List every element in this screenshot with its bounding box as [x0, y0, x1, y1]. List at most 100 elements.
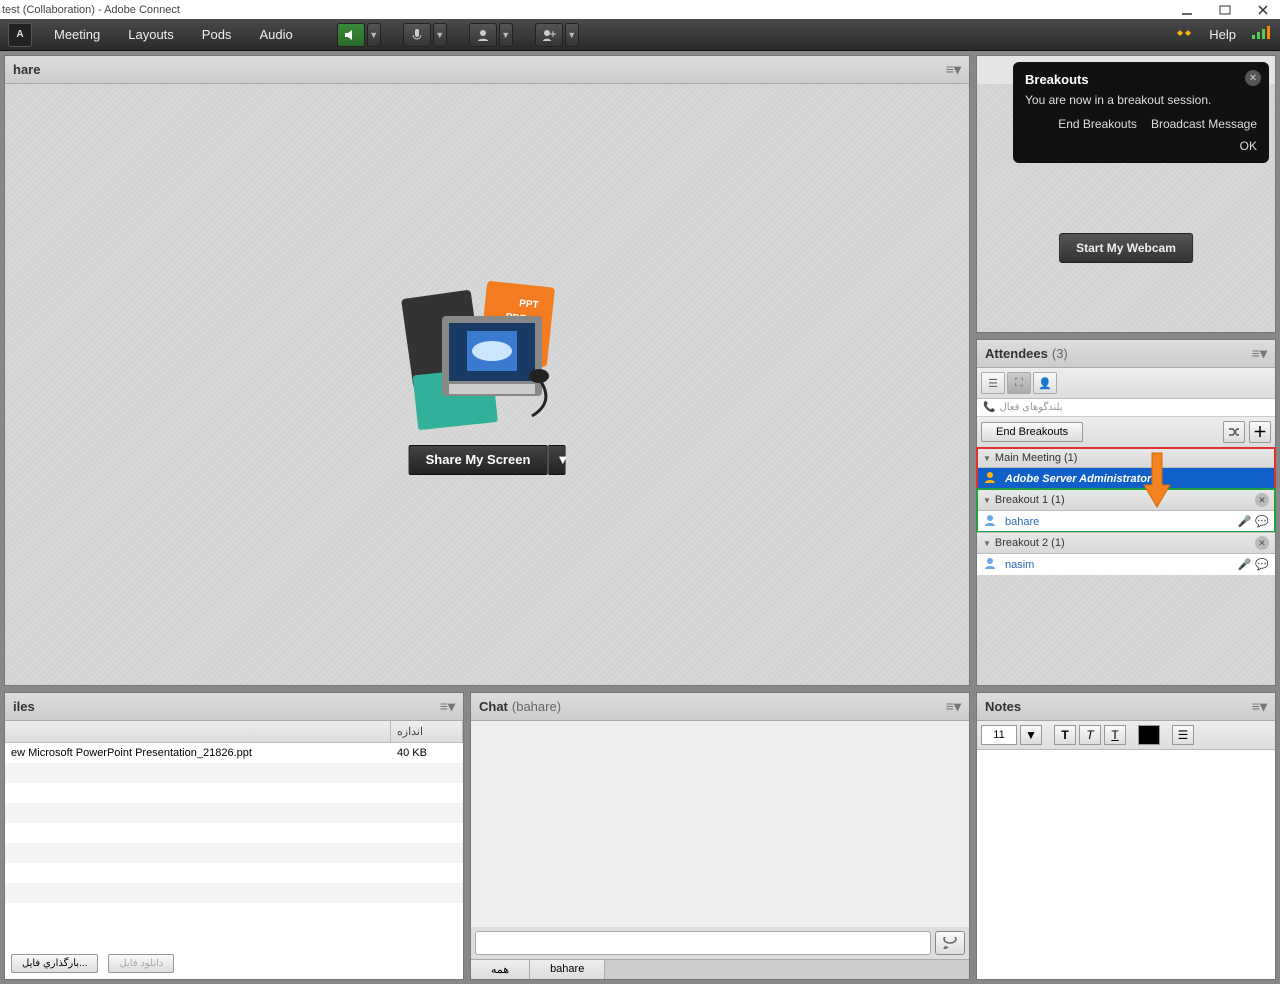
popup-message: You are now in a breakout session. — [1025, 93, 1257, 107]
status-dropdown[interactable]: ▼ — [565, 23, 579, 47]
start-webcam-button[interactable]: Start My Webcam — [1059, 233, 1193, 263]
notes-editor[interactable] — [977, 750, 1275, 979]
group-head-b2[interactable]: ▼ Breakout 2 (1) ✕ — [977, 532, 1275, 554]
notes-title: Notes — [985, 699, 1021, 714]
chat-log — [471, 721, 969, 927]
attendee-view-status[interactable]: 👤 — [1033, 372, 1057, 394]
notes-pod: Notes ≡▾ ▼ T T T ☰ — [976, 692, 1276, 980]
attendee-item[interactable]: Adobe Server Administrator — [977, 468, 1275, 489]
file-row[interactable]: ew Microsoft PowerPoint Presentation_218… — [5, 743, 463, 763]
remove-breakout-icon[interactable]: ✕ — [1255, 493, 1269, 507]
host-icon — [983, 470, 997, 487]
minimize-button[interactable] — [1180, 3, 1194, 17]
attendees-pod: Attendees (3) ≡▾ ☰ ⛶ 👤 📞 بلندگوهای فعال … — [976, 339, 1276, 686]
speaker-dropdown[interactable]: ▼ — [367, 23, 381, 47]
files-col-name[interactable] — [5, 721, 391, 742]
files-pod: iles ≡▾ اندازه ew Microsoft PowerPoint P… — [4, 692, 464, 980]
attendee-item[interactable]: bahare 🎤 💬 — [977, 511, 1275, 532]
menu-help[interactable]: Help — [1203, 27, 1242, 42]
files-col-size[interactable]: اندازه — [391, 721, 463, 742]
participant-icon — [983, 556, 997, 573]
file-size: 40 KB — [391, 743, 463, 763]
svg-text:PPT: PPT — [519, 299, 539, 312]
notes-pod-menu[interactable]: ≡▾ — [1252, 698, 1267, 715]
menu-meeting[interactable]: Meeting — [40, 19, 114, 50]
underline-button[interactable]: T — [1104, 725, 1126, 745]
chat-pod-title: Chat — [479, 699, 508, 714]
mic-dropdown[interactable]: ▼ — [433, 23, 447, 47]
close-button[interactable] — [1256, 3, 1270, 17]
speaker-button[interactable] — [337, 23, 365, 47]
mic-icon: 🎤 — [1238, 558, 1252, 571]
video-pod: Start My Webcam Breakouts ✕ You are now … — [976, 55, 1276, 333]
group-head-main[interactable]: ▼ Main Meeting (1) — [977, 448, 1275, 468]
download-file-button[interactable]: دانلود فایل — [108, 954, 174, 973]
menubar: A Meeting Layouts Pods Audio ▼ ▼ ▼ ▼ Hel… — [0, 19, 1280, 51]
breakouts-popup: Breakouts ✕ You are now in a breakout se… — [1013, 62, 1269, 163]
group-main: ▼ Main Meeting (1) Adobe Server Administ… — [977, 448, 1275, 489]
menu-pods[interactable]: Pods — [188, 19, 246, 50]
attendees-pod-menu[interactable]: ≡▾ — [1252, 345, 1267, 362]
mic-button[interactable] — [403, 23, 431, 47]
group-breakout1: ▼ Breakout 1 (1) ✕ bahare 🎤 💬 — [977, 489, 1275, 532]
chat-status-icon: 💬 — [1255, 558, 1269, 571]
files-pod-title: iles — [13, 699, 35, 714]
share-screen-button[interactable]: Share My Screen — [409, 445, 548, 475]
share-pod-menu[interactable]: ≡▾ — [946, 61, 961, 78]
attendees-title: Attendees — [985, 346, 1048, 361]
status-button[interactable] — [535, 23, 563, 47]
active-speakers-row: 📞 بلندگوهای فعال — [977, 399, 1275, 417]
share-graphic: PPT PDF — [387, 276, 587, 436]
share-pod: hare ≡▾ PPT PDF — [4, 55, 970, 686]
window-titlebar: test (Collaboration) - Adobe Connect — [0, 0, 1280, 19]
chat-tab-all[interactable]: همه — [471, 960, 530, 979]
attendee-view-list[interactable]: ☰ — [981, 372, 1005, 394]
chat-pod-menu[interactable]: ≡▾ — [946, 698, 961, 715]
shuffle-button[interactable] — [1223, 421, 1245, 443]
maximize-button[interactable] — [1218, 3, 1232, 17]
add-breakout-button[interactable]: ＋ — [1249, 421, 1271, 443]
mic-icon: 🎤 — [1238, 515, 1252, 528]
files-pod-menu[interactable]: ≡▾ — [440, 698, 455, 715]
connection-icon — [1252, 26, 1270, 43]
file-name: ew Microsoft PowerPoint Presentation_218… — [5, 743, 391, 763]
popup-close-icon[interactable]: ✕ — [1245, 70, 1261, 86]
share-pod-title: hare — [13, 62, 40, 77]
popup-title: Breakouts — [1025, 72, 1257, 87]
attendee-item[interactable]: nasim 🎤 💬 — [977, 554, 1275, 575]
chat-pod-sub: (bahare) — [512, 699, 561, 714]
popup-end-breakouts[interactable]: End Breakouts — [1058, 117, 1137, 131]
chat-send-button[interactable] — [935, 931, 965, 955]
collapse-icon: ▼ — [983, 539, 991, 548]
menu-layouts[interactable]: Layouts — [114, 19, 188, 50]
webcam-dropdown[interactable]: ▼ — [499, 23, 513, 47]
share-screen-dropdown[interactable]: ▼ — [547, 445, 565, 475]
phone-icon: 📞 — [983, 402, 995, 413]
text-color-button[interactable] — [1138, 725, 1160, 745]
chat-status-icon: 💬 — [1255, 515, 1269, 528]
remove-breakout-icon[interactable]: ✕ — [1255, 536, 1269, 550]
webcam-button[interactable] — [469, 23, 497, 47]
breakout-indicator-icon[interactable] — [1175, 24, 1193, 45]
attendees-count: (3) — [1052, 346, 1068, 361]
app-logo: A — [8, 23, 32, 47]
font-size-dropdown[interactable]: ▼ — [1020, 725, 1042, 745]
end-breakouts-button[interactable]: End Breakouts — [981, 422, 1083, 442]
group-head-b1[interactable]: ▼ Breakout 1 (1) ✕ — [977, 489, 1275, 511]
upload-file-button[interactable]: بارگذاري فايل... — [11, 954, 98, 973]
popup-broadcast[interactable]: Broadcast Message — [1151, 117, 1257, 131]
bold-button[interactable]: T — [1054, 725, 1076, 745]
collapse-icon: ▼ — [983, 496, 991, 505]
chat-input[interactable] — [475, 931, 931, 955]
chat-tab-user[interactable]: bahare — [530, 960, 605, 979]
menu-audio[interactable]: Audio — [245, 19, 306, 50]
participant-icon — [983, 513, 997, 530]
font-size-select[interactable] — [981, 725, 1017, 745]
collapse-icon: ▼ — [983, 454, 991, 463]
group-breakout2: ▼ Breakout 2 (1) ✕ nasim 🎤 💬 — [977, 532, 1275, 575]
bullet-list-button[interactable]: ☰ — [1172, 725, 1194, 745]
chat-pod: Chat (bahare) ≡▾ همه bahare — [470, 692, 970, 980]
attendee-view-breakout[interactable]: ⛶ — [1007, 372, 1031, 394]
italic-button[interactable]: T — [1079, 725, 1101, 745]
popup-ok[interactable]: OK — [1025, 139, 1257, 153]
